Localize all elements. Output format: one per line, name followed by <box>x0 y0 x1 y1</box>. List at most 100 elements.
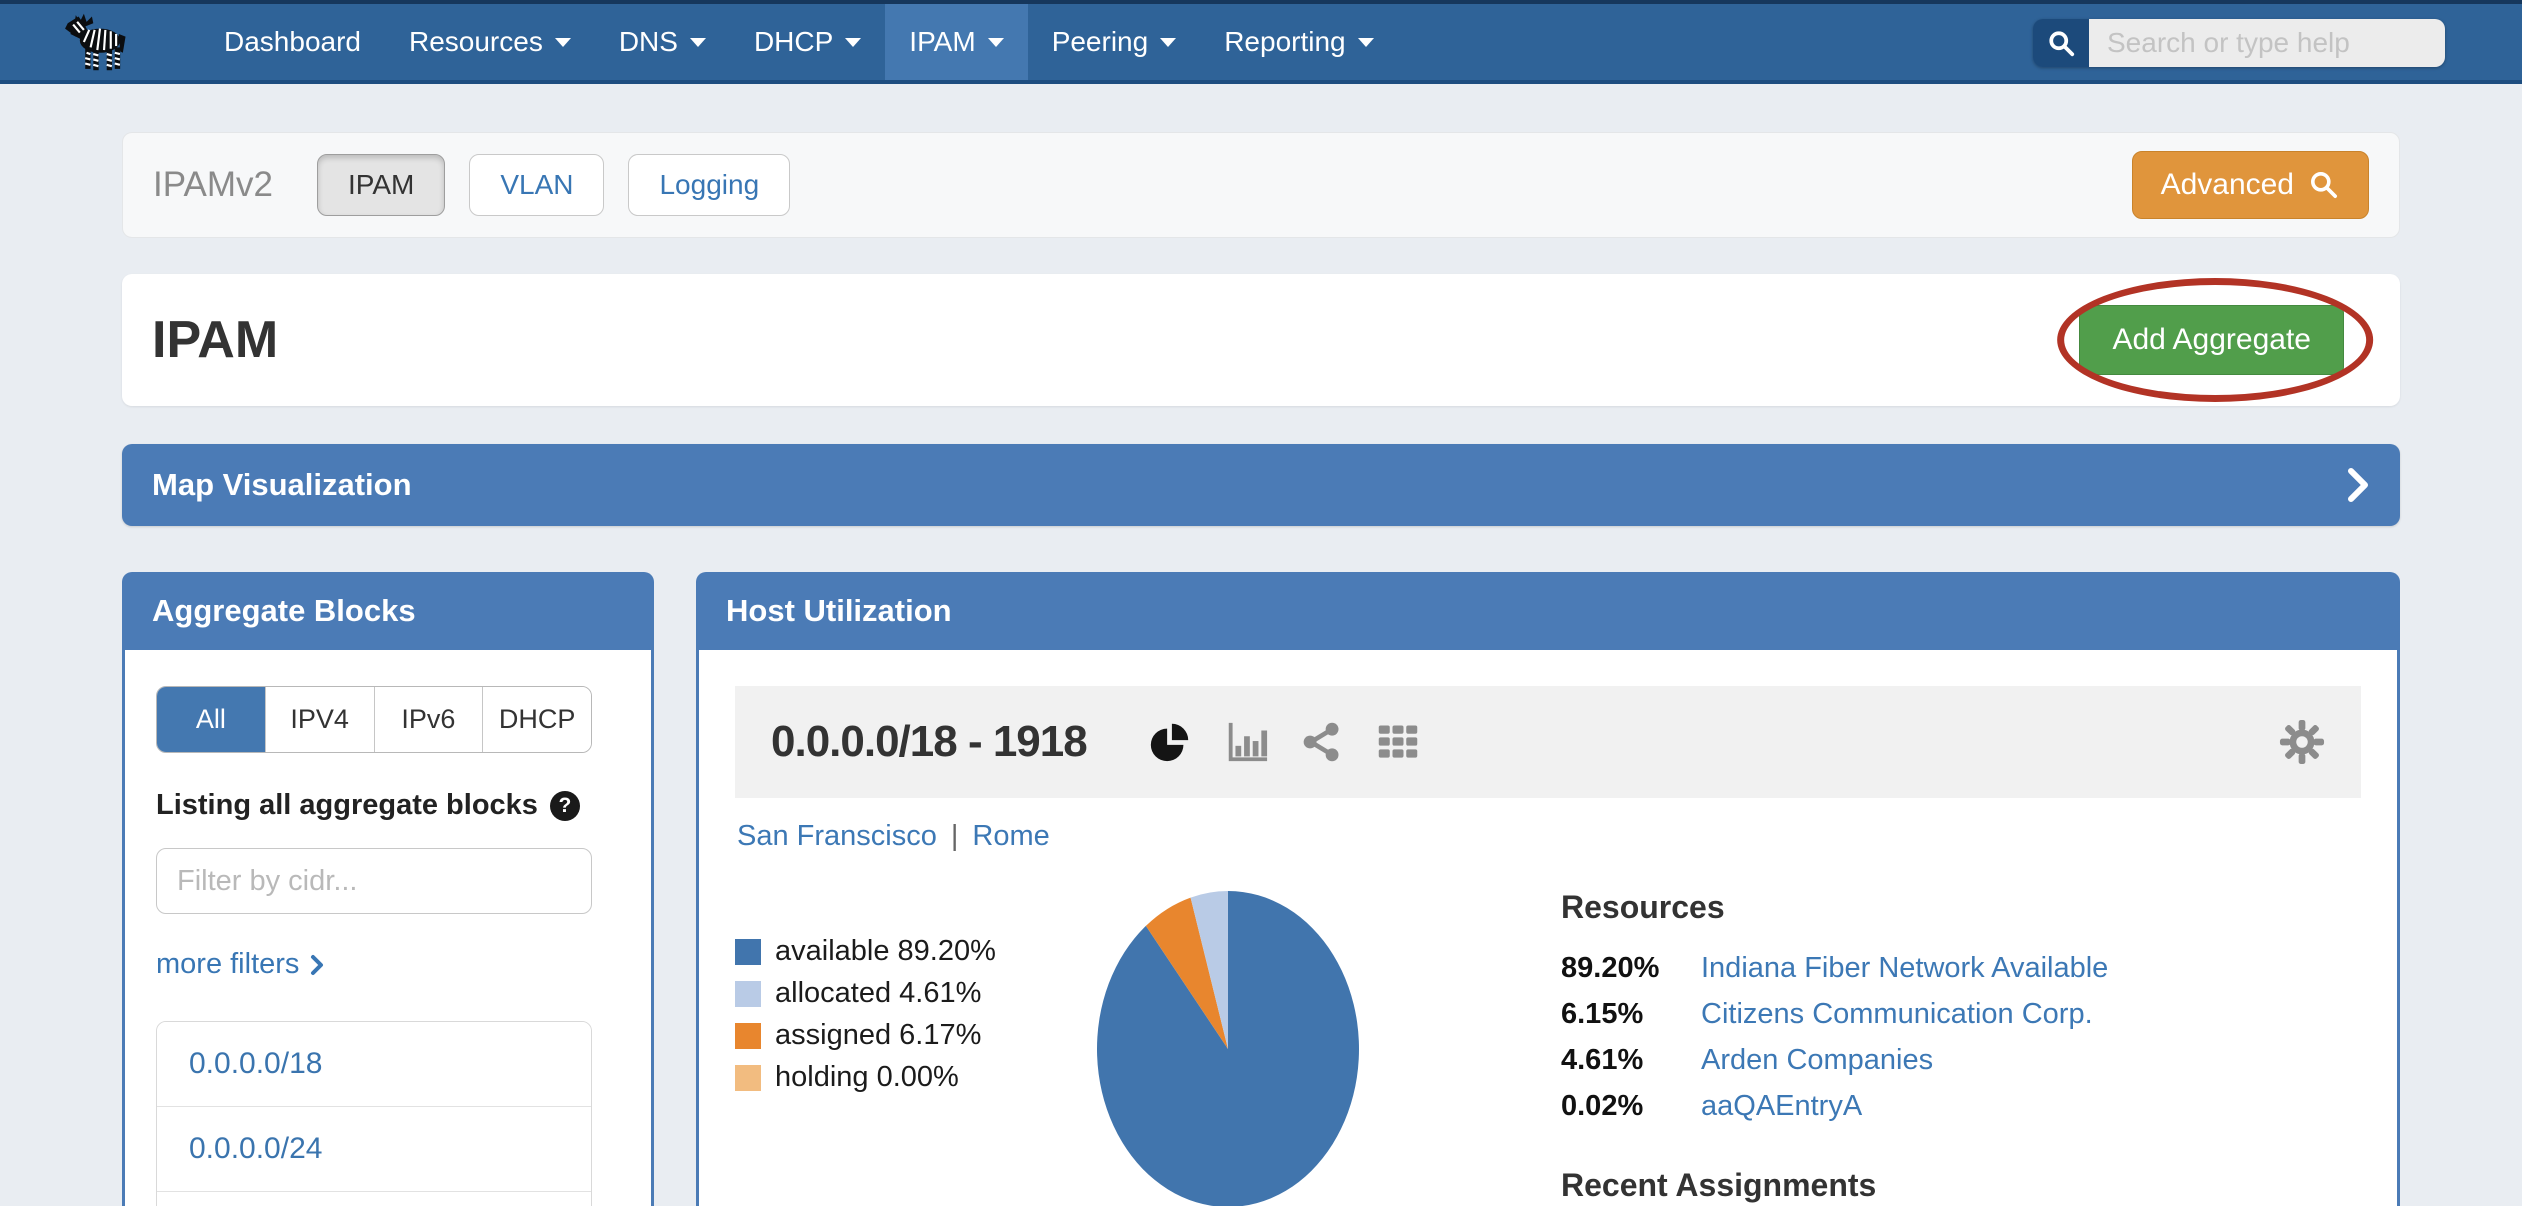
legend-item: assigned 6.17% <box>735 1019 1095 1052</box>
chevron-right-icon <box>2346 467 2370 503</box>
resource-percent: 0.02% <box>1561 1090 1681 1123</box>
filter-tab-ipv6[interactable]: IPv6 <box>374 687 483 752</box>
location-link[interactable]: San Franscisco <box>737 820 937 853</box>
legend-swatch <box>735 981 761 1007</box>
pie-slice-available[interactable] <box>1097 891 1359 1206</box>
search-input[interactable] <box>2089 19 2445 67</box>
resources-rows: 89.20% Indiana Fiber Network Available 6.1… <box>1561 952 2361 1123</box>
legend-swatch <box>735 939 761 965</box>
aggregate-block-list: 0.0.0.0/180.0.0.0/241.1.0.0/201.1.4.0/24 <box>156 1021 592 1206</box>
chevron-down-icon <box>845 38 861 47</box>
share-icon[interactable] <box>1299 719 1345 765</box>
legend-label: holding 0.00% <box>775 1061 959 1094</box>
legend-swatch <box>735 1065 761 1091</box>
aggregate-block-link[interactable]: 0.0.0.0/24 <box>157 1106 591 1191</box>
subheader-title: IPAMv2 <box>153 165 273 205</box>
tab-vlan[interactable]: VLAN <box>469 154 604 216</box>
bar-chart-icon[interactable] <box>1223 719 1269 765</box>
legend-item: available 89.20% <box>735 935 1095 968</box>
chevron-down-icon <box>1160 38 1176 47</box>
chevron-down-icon <box>690 38 706 47</box>
nav-item-label: Peering <box>1052 26 1149 58</box>
utilization-pie-chart <box>1095 889 1361 1206</box>
aggregate-filter-tabs: AllIPV4IPv6DHCP <box>156 686 592 753</box>
resource-percent: 4.61% <box>1561 1044 1681 1077</box>
nav-item-label: Reporting <box>1224 26 1345 58</box>
resources-heading: Resources <box>1561 889 2361 926</box>
zebra-icon <box>57 9 143 75</box>
tab-ipam[interactable]: IPAM <box>317 154 445 216</box>
pie-legend: available 89.20% allocated 4.61% assigned … <box>735 889 1095 1206</box>
resource-percent: 89.20% <box>1561 952 1681 985</box>
chevron-right-icon <box>309 953 325 977</box>
add-aggregate-button[interactable]: Add Aggregate <box>2079 305 2344 375</box>
more-filters-link[interactable]: more filters <box>156 948 325 981</box>
resource-link[interactable]: Indiana Fiber Network Available <box>1701 952 2361 985</box>
legend-label: available 89.20% <box>775 935 996 968</box>
location-link[interactable]: Rome <box>972 820 1049 853</box>
nav-item-label: Resources <box>409 26 543 58</box>
advanced-label: Advanced <box>2161 168 2294 202</box>
search-icon[interactable] <box>2033 19 2089 67</box>
resource-row: 89.20% Indiana Fiber Network Available <box>1561 952 2361 985</box>
recent-assignments-heading: Recent Assignments <box>1561 1167 2361 1204</box>
nav-item-label: Dashboard <box>224 26 361 58</box>
ipam-title-panel: IPAM Add Aggregate <box>122 274 2400 406</box>
aggregate-block-link[interactable]: 1.1.0.0/20 <box>157 1191 591 1206</box>
location-divider: | <box>951 820 959 853</box>
search-icon <box>2308 169 2340 201</box>
aggregate-blocks-panel: Aggregate Blocks AllIPV4IPv6DHCP Listing… <box>122 572 654 1206</box>
resource-percent: 6.15% <box>1561 998 1681 1031</box>
resource-row: 4.61% Arden Companies <box>1561 1044 2361 1077</box>
legend-swatch <box>735 1023 761 1049</box>
ipamv2-subheader: IPAMv2 IPAM VLAN Logging Advanced <box>122 132 2400 238</box>
location-links: San Franscisco | Rome <box>735 798 2361 863</box>
legend-label: assigned 6.17% <box>775 1019 981 1052</box>
view-tabs: IPAM VLAN Logging <box>317 154 790 216</box>
aggregate-blocks-header: Aggregate Blocks <box>122 572 654 650</box>
nav-item-label: IPAM <box>909 26 975 58</box>
aggregate-block-link[interactable]: 0.0.0.0/18 <box>157 1022 591 1106</box>
top-navbar: Dashboard Resources DNS DHCP IPAM Peering Repo… <box>0 0 2522 84</box>
filter-tab-dhcp[interactable]: DHCP <box>482 687 591 752</box>
legend-label: allocated 4.61% <box>775 977 981 1010</box>
nav-item-dashboard[interactable]: Dashboard <box>200 4 385 80</box>
legend-item: holding 0.00% <box>735 1061 1095 1094</box>
nav-item-ipam[interactable]: IPAM <box>885 4 1027 80</box>
nav-item-reporting[interactable]: Reporting <box>1200 4 1397 80</box>
gear-icon[interactable] <box>2279 719 2325 765</box>
advanced-button[interactable]: Advanced <box>2132 151 2369 219</box>
page-title: IPAM <box>152 310 278 370</box>
filter-tab-all[interactable]: All <box>157 687 265 752</box>
host-utilization-header: Host Utilization <box>696 572 2400 650</box>
pie-chart-icon[interactable] <box>1147 719 1193 765</box>
resource-row: 6.15% Citizens Communication Corp. <box>1561 998 2361 1031</box>
filter-tab-ipv4[interactable]: IPV4 <box>265 687 374 752</box>
resource-link[interactable]: Arden Companies <box>1701 1044 2361 1077</box>
tab-logging[interactable]: Logging <box>628 154 790 216</box>
nav-item-resources[interactable]: Resources <box>385 4 595 80</box>
chevron-down-icon <box>1358 38 1374 47</box>
resource-link[interactable]: aaQAEntryA <box>1701 1090 2361 1123</box>
grid-view-icon[interactable] <box>1375 719 1421 765</box>
more-filters-label: more filters <box>156 948 299 981</box>
listing-label: Listing all aggregate blocks <box>156 789 538 822</box>
nav-item-label: DNS <box>619 26 678 58</box>
nav-item-dhcp[interactable]: DHCP <box>730 4 885 80</box>
chevron-down-icon <box>555 38 571 47</box>
resource-link[interactable]: Citizens Communication Corp. <box>1701 998 2361 1031</box>
nav-item-peering[interactable]: Peering <box>1028 4 1201 80</box>
nav-item-dns[interactable]: DNS <box>595 4 730 80</box>
help-icon[interactable]: ? <box>550 791 580 821</box>
nav-item-label: DHCP <box>754 26 833 58</box>
nav-items: Dashboard Resources DNS DHCP IPAM Peering Repo… <box>200 4 1398 80</box>
host-utilization-panel: Host Utilization 0.0.0.0/18 - 1918 <box>696 572 2400 1206</box>
cidr-filter-input[interactable] <box>156 848 592 914</box>
resource-row: 0.02% aaQAEntryA <box>1561 1090 2361 1123</box>
chevron-down-icon <box>988 38 1004 47</box>
host-utilization-toolbar: 0.0.0.0/18 - 1918 <box>735 686 2361 798</box>
block-title: 0.0.0.0/18 - 1918 <box>771 717 1087 767</box>
zebra-logo[interactable] <box>0 4 200 80</box>
legend-item: allocated 4.61% <box>735 977 1095 1010</box>
map-visualization-bar[interactable]: Map Visualization <box>122 444 2400 526</box>
